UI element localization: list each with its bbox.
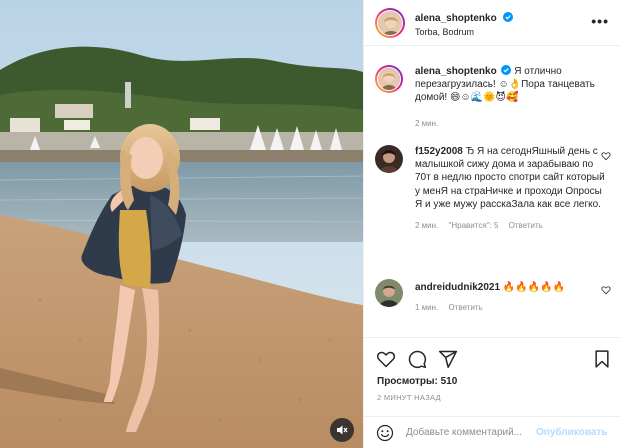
post-media[interactable] xyxy=(0,0,363,448)
comments-list: alena_shoptenko Я отлично перезагрузилас… xyxy=(364,47,620,337)
comment-item: f152y2008 Ђ Я на сегоднЯшный день с малы… xyxy=(375,145,611,230)
publish-button[interactable]: Опубликовать xyxy=(536,427,607,438)
avatar-photo xyxy=(378,10,402,35)
post-timestamp[interactable]: 2 МИНУТ НАЗАД xyxy=(377,393,441,402)
views-number: 510 xyxy=(440,376,458,387)
heart-icon[interactable] xyxy=(601,285,611,295)
post-header: alena_shoptenko Torba, Bodrum ••• xyxy=(364,0,620,46)
avatar-photo xyxy=(377,67,401,91)
avatar[interactable] xyxy=(375,65,403,93)
post-details-panel: alena_shoptenko Torba, Bodrum ••• alena_… xyxy=(363,0,620,448)
comment-likes-count[interactable]: "Нравится": 5 xyxy=(449,221,499,230)
avatar[interactable] xyxy=(375,145,403,173)
comment-username[interactable]: f152y2008 xyxy=(415,146,463,157)
comment-text: 🔥🔥🔥🔥🔥 xyxy=(502,282,566,293)
reply-button[interactable]: Ответить xyxy=(509,221,543,230)
avatar-photo xyxy=(375,279,403,307)
avatar[interactable] xyxy=(375,7,405,38)
comment-username[interactable]: andreidudnik2021 xyxy=(415,282,500,293)
smiley-icon[interactable] xyxy=(376,424,394,442)
views-count[interactable]: Просмотры: 510 xyxy=(377,376,457,387)
caption-username[interactable]: alena_shoptenko xyxy=(415,66,497,77)
comment-item: andreidudnik2021 🔥🔥🔥🔥🔥 1 мин. Ответить xyxy=(375,279,611,312)
add-comment-bar: Опубликовать xyxy=(364,416,620,448)
beach-photo xyxy=(0,0,363,448)
speaker-mute-icon xyxy=(337,425,348,435)
more-options-icon[interactable]: ••• xyxy=(591,13,609,29)
avatar[interactable] xyxy=(375,279,403,307)
verified-badge-icon xyxy=(503,12,514,23)
verified-badge-icon xyxy=(501,65,512,75)
caption-timestamp[interactable]: 2 мин. xyxy=(415,119,438,128)
views-label: Просмотры: xyxy=(377,376,438,387)
paper-plane-icon[interactable] xyxy=(438,349,458,369)
reply-button[interactable]: Ответить xyxy=(449,303,483,312)
mute-button[interactable] xyxy=(330,418,354,442)
post-actions-bar xyxy=(364,337,620,377)
comment-input[interactable] xyxy=(406,427,534,438)
post-location[interactable]: Torba, Bodrum xyxy=(415,27,513,37)
heart-icon[interactable] xyxy=(376,349,396,369)
post-author-username[interactable]: alena_shoptenko xyxy=(415,13,497,24)
post-caption: alena_shoptenko Я отлично перезагрузилас… xyxy=(375,65,611,128)
bookmark-icon[interactable] xyxy=(592,349,612,369)
comment-timestamp[interactable]: 2 мин. xyxy=(415,221,438,230)
avatar-photo xyxy=(375,145,403,173)
heart-icon[interactable] xyxy=(601,151,611,161)
comment-timestamp[interactable]: 1 мин. xyxy=(415,303,438,312)
comment-bubble-icon[interactable] xyxy=(407,349,427,369)
